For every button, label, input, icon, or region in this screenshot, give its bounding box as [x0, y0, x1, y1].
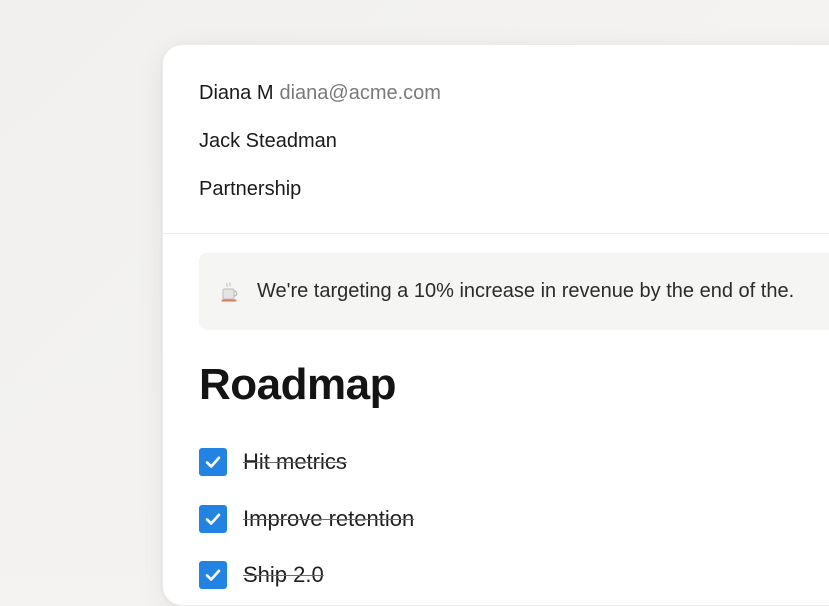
checkmark-icon [205, 456, 221, 468]
divider [163, 233, 829, 234]
checkbox[interactable] [199, 448, 227, 476]
recipient-name: Jack Steadman [199, 130, 337, 152]
todo-item[interactable]: Improve retention [199, 504, 414, 534]
todo-label: Ship 2.0 [243, 562, 324, 587]
todo-item[interactable]: Ship 2.0 [199, 560, 324, 590]
callout-text: We're targeting a 10% increase in revenu… [257, 280, 795, 302]
checkbox[interactable] [199, 505, 227, 533]
todo-label: Improve retention [243, 506, 415, 531]
sender-name: Diana M [199, 82, 274, 104]
todo-item[interactable]: Hit metrics [199, 447, 347, 477]
callout-block[interactable]: We're targeting a 10% increase in revenu… [199, 253, 829, 330]
section-heading: Roadmap [199, 360, 396, 409]
subject-line: Partnership [199, 178, 302, 200]
checkmark-icon [205, 569, 221, 581]
checkbox[interactable] [199, 561, 227, 589]
coffee-icon [219, 281, 241, 303]
document-card: Diana Mdiana@acme.com Jack Steadman Part… [162, 44, 829, 606]
todo-label: Hit metrics [243, 449, 347, 474]
checkmark-icon [205, 513, 221, 525]
sender-email[interactable]: diana@acme.com [279, 82, 440, 104]
sender-row: Diana Mdiana@acme.com [199, 81, 441, 105]
